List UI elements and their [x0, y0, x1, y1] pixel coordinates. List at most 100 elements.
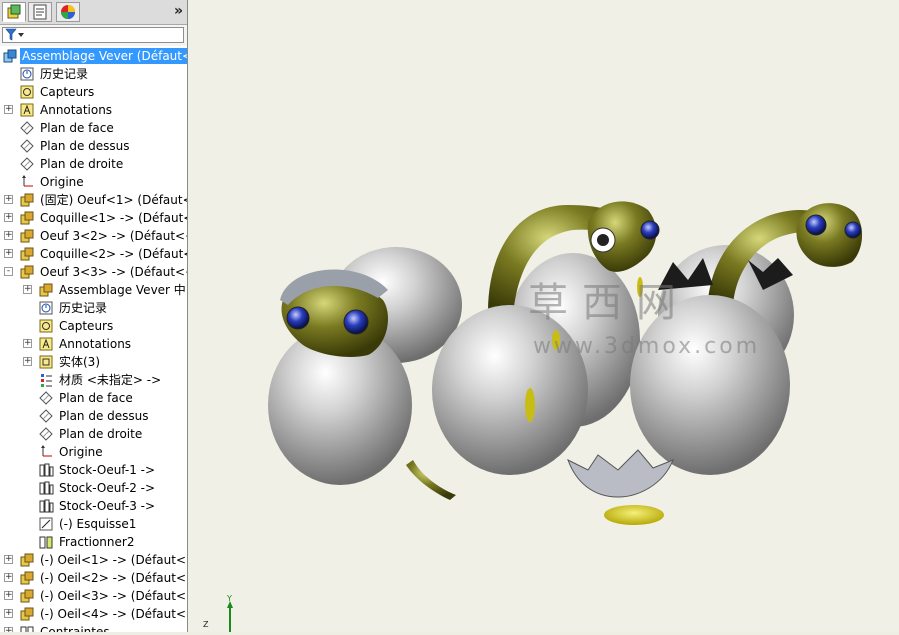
tree-item-label: Plan de dessus — [59, 409, 149, 423]
assembly-icon — [2, 48, 18, 64]
tree-item[interactable]: Stock-Oeuf-1 -> — [0, 461, 187, 479]
expand-toggle[interactable]: + — [4, 609, 13, 618]
part-icon — [19, 228, 35, 244]
tree-root-label: Assemblage Vever (Défaut< — [20, 48, 187, 64]
expand-toggle[interactable]: + — [4, 213, 13, 222]
tree-item[interactable]: Plan de dessus — [0, 407, 187, 425]
tree-item[interactable]: Stock-Oeuf-3 -> — [0, 497, 187, 515]
axis-triad — [227, 601, 233, 632]
expand-toggle[interactable]: + — [4, 105, 13, 114]
tree-item[interactable]: + (-) Oeil<2> -> (Défaut<< — [0, 569, 187, 587]
tree-item[interactable]: Plan de face — [0, 389, 187, 407]
tree-item-label: Stock-Oeuf-3 -> — [59, 499, 156, 513]
tree-item-label: (-) Oeil<4> -> (Défaut<< — [40, 607, 188, 621]
part-icon — [19, 210, 35, 226]
tree-item[interactable]: Plan de droite — [0, 155, 187, 173]
tree-item[interactable]: + Coquille<1> -> (Défaut< — [0, 209, 187, 227]
tree-item-label: Assemblage Vever 中 — [59, 283, 186, 297]
tree-item[interactable]: + 实体(3) — [0, 353, 187, 371]
expand-toggle[interactable]: + — [4, 555, 13, 564]
history-icon — [19, 66, 35, 82]
part-icon — [19, 570, 35, 586]
feature-manager-tab[interactable] — [2, 2, 26, 22]
graphics-viewport[interactable]: 草西网 www.3dmox.com Y Z — [188, 0, 899, 632]
tree-item[interactable]: Stock-Oeuf-2 -> — [0, 479, 187, 497]
tree-item[interactable]: + (-) Oeil<3> -> (Défaut<< — [0, 587, 187, 605]
stock-icon — [38, 498, 54, 514]
tree-item[interactable]: Plan de face — [0, 119, 187, 137]
appearance-tab[interactable] — [56, 2, 80, 22]
expand-toggle[interactable]: + — [23, 357, 32, 366]
tree-item[interactable]: + (-) Oeil<4> -> (Défaut<< — [0, 605, 187, 623]
tree-item[interactable]: + Coquille<2> -> (Défaut< — [0, 245, 187, 263]
tree-item-label: (-) Oeil<1> -> (Défaut<< — [40, 553, 188, 567]
tree-item[interactable]: Origine — [0, 443, 187, 461]
dino-eye-shape — [844, 221, 862, 239]
filter-bar — [0, 25, 187, 46]
tree-item[interactable]: Origine — [0, 173, 187, 191]
expand-toggle[interactable]: + — [4, 231, 13, 240]
expand-toggle[interactable]: + — [23, 285, 32, 294]
part-icon — [38, 282, 54, 298]
tree-item[interactable]: 材质 <未指定> -> — [0, 371, 187, 389]
tree-item-label: Oeuf 3<2> -> (Défaut<< — [40, 229, 188, 243]
more-tabs-button[interactable]: » — [174, 3, 183, 19]
tree-item[interactable]: + Oeuf 3<2> -> (Défaut<< — [0, 227, 187, 245]
appearance-icon — [61, 5, 75, 19]
mates-icon — [19, 624, 35, 632]
tree-item-label: (固定) Oeuf<1> (Défaut< — [40, 193, 188, 207]
panel-tab-bar: » — [0, 0, 187, 25]
tree-item[interactable]: (-) Esquisse1 — [0, 515, 187, 533]
history-icon — [38, 300, 54, 316]
part-icon — [19, 606, 35, 622]
annotation-icon — [38, 336, 54, 352]
collapse-toggle[interactable]: - — [4, 267, 13, 276]
plane-icon — [19, 138, 35, 154]
expand-toggle[interactable]: + — [4, 573, 13, 582]
tree-item[interactable]: - Oeuf 3<3> -> (Défaut<< — [0, 263, 187, 281]
origin-icon — [38, 444, 54, 460]
tree-item[interactable]: Capteurs — [0, 83, 187, 101]
tree-item[interactable]: + (-) Oeil<1> -> (Défaut<< — [0, 551, 187, 569]
part-icon — [19, 264, 35, 280]
tree-item-label: Origine — [59, 445, 103, 459]
tree-item[interactable]: + Assemblage Vever 中 — [0, 281, 187, 299]
egg-shape — [432, 305, 588, 475]
origin-icon — [19, 174, 35, 190]
dino-eye-shape — [286, 306, 310, 330]
expand-toggle[interactable]: + — [4, 627, 13, 632]
dino-eye-shape — [805, 214, 827, 236]
property-manager-tab[interactable] — [28, 2, 52, 22]
part-icon — [19, 246, 35, 262]
property-icon — [33, 4, 47, 20]
tree-item[interactable]: + Annotations — [0, 101, 187, 119]
plane-icon — [38, 426, 54, 442]
dino-eye-shape — [597, 234, 609, 246]
expand-toggle[interactable]: + — [23, 339, 32, 348]
tree-item[interactable]: + Contraintes — [0, 623, 187, 632]
tree-item[interactable]: Plan de dessus — [0, 137, 187, 155]
feature-manager-panel: » Assemblage Vever (Défaut< 历史记录 Capteurs +… — [0, 0, 188, 632]
tree-item-label: Capteurs — [40, 85, 95, 99]
tree-item[interactable]: Plan de droite — [0, 425, 187, 443]
tree-item-label: Coquille<2> -> (Défaut< — [40, 247, 188, 261]
tree-item-label: Stock-Oeuf-1 -> — [59, 463, 156, 477]
tree-item[interactable]: 历史记录 — [0, 65, 187, 83]
solid-bodies-icon — [38, 354, 54, 370]
tree-item[interactable]: 历史记录 — [0, 299, 187, 317]
expand-toggle[interactable]: + — [4, 195, 13, 204]
tree-item[interactable]: Capteurs — [0, 317, 187, 335]
tree-item-label: Fractionner2 — [59, 535, 135, 549]
filter-field[interactable] — [2, 27, 184, 43]
expand-toggle[interactable]: + — [4, 249, 13, 258]
tree-item-label: Oeuf 3<3> -> (Défaut<< — [40, 265, 188, 279]
tree-item[interactable]: + Annotations — [0, 335, 187, 353]
tree-item[interactable]: + (固定) Oeuf<1> (Défaut< — [0, 191, 187, 209]
tree-item-label: Origine — [40, 175, 84, 189]
part-icon — [19, 192, 35, 208]
expand-toggle[interactable]: + — [4, 591, 13, 600]
part-icon — [19, 588, 35, 604]
tree-root-item[interactable]: Assemblage Vever (Défaut< — [0, 47, 187, 65]
tree-item[interactable]: Fractionner2 — [0, 533, 187, 551]
triad-z-label: Z — [203, 620, 209, 629]
